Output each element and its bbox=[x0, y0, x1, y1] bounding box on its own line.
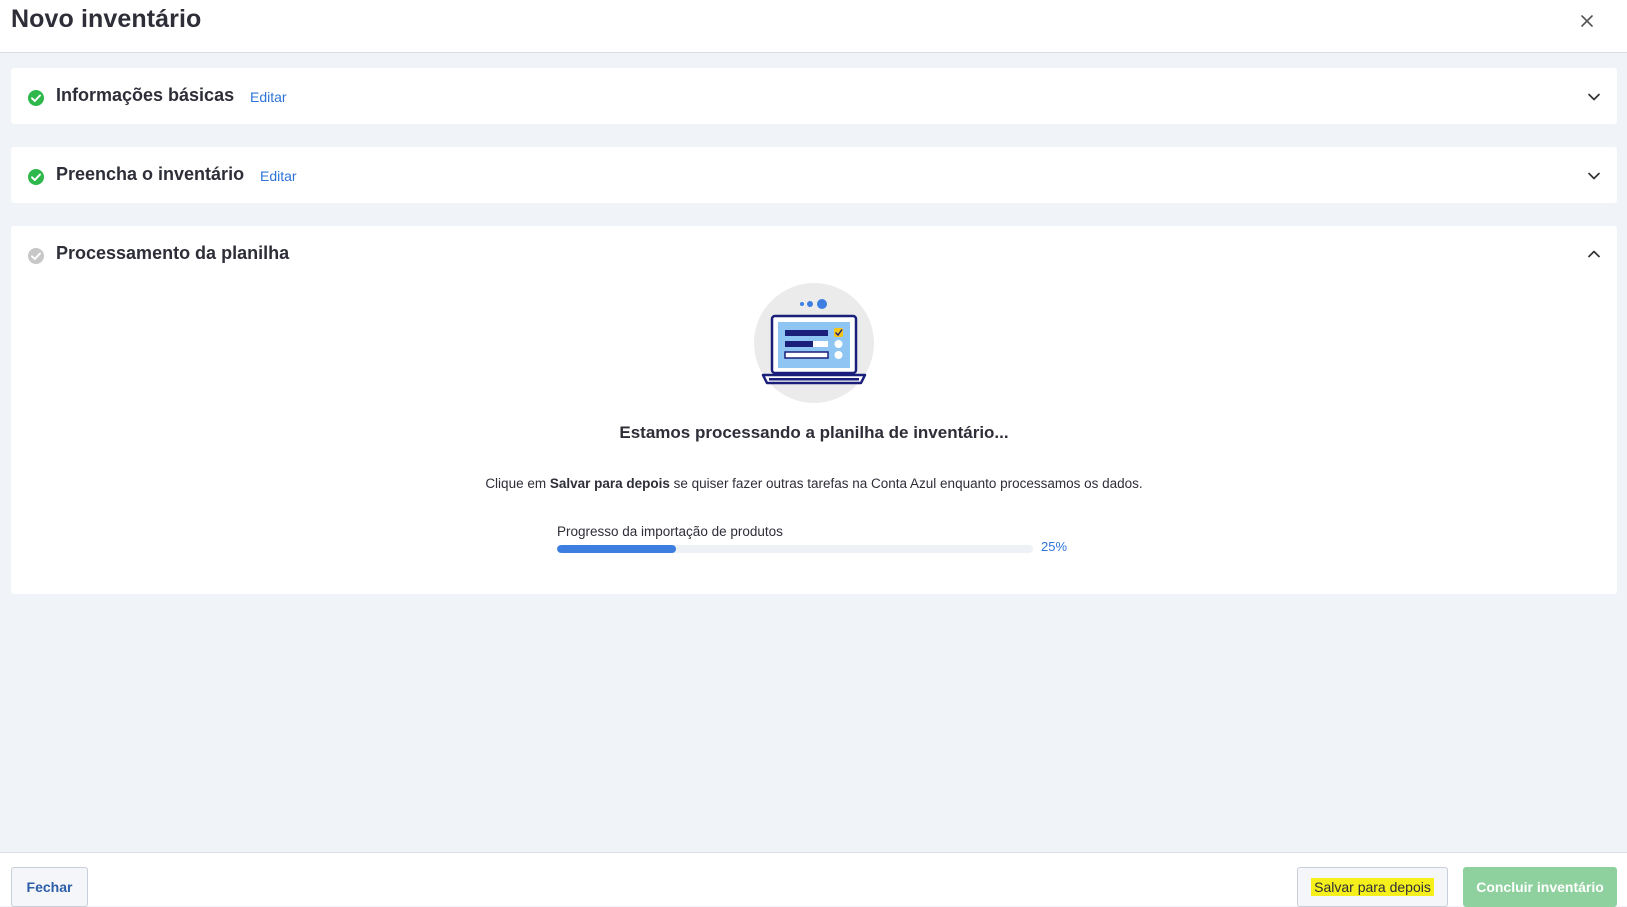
progress-bar bbox=[557, 545, 1033, 553]
finish-inventory-button[interactable]: Concluir inventário bbox=[1463, 867, 1617, 907]
chevron-up-icon[interactable] bbox=[1585, 245, 1603, 263]
save-for-later-label: Salvar para depois bbox=[1311, 878, 1434, 896]
section-spreadsheet-processing: Processamento da planilha Estamos proces… bbox=[11, 226, 1617, 594]
description-suffix: se quiser fazer outras tarefas na Conta … bbox=[669, 476, 1143, 491]
section-header[interactable]: Processamento da planilha bbox=[11, 226, 1617, 284]
processing-title: Estamos processando a planilha de invent… bbox=[619, 423, 1009, 442]
close-icon bbox=[1581, 15, 1593, 27]
check-circle-icon bbox=[28, 169, 44, 185]
section-fill-inventory: Preencha o inventário Editar bbox=[11, 147, 1617, 203]
modal-header: Novo inventário bbox=[0, 0, 1627, 53]
save-for-later-button[interactable]: Salvar para depois bbox=[1297, 867, 1448, 907]
chevron-down-icon[interactable] bbox=[1585, 88, 1603, 106]
check-circle-icon bbox=[28, 248, 44, 264]
edit-link[interactable]: Editar bbox=[260, 168, 297, 184]
section-basic-info: Informações básicas Editar bbox=[11, 68, 1617, 124]
check-circle-icon bbox=[28, 90, 44, 106]
progress-fill bbox=[557, 545, 676, 553]
page-title: Novo inventário bbox=[11, 5, 202, 33]
processing-description: Clique em Salvar para depois se quiser f… bbox=[11, 476, 1617, 491]
edit-link[interactable]: Editar bbox=[250, 89, 287, 105]
progress-percentage: 25% bbox=[1041, 539, 1068, 554]
chevron-down-icon[interactable] bbox=[1585, 167, 1603, 185]
section-header[interactable]: Informações básicas Editar bbox=[11, 68, 1617, 126]
description-bold: Salvar para depois bbox=[549, 476, 670, 491]
section-title: Preencha o inventário bbox=[56, 164, 245, 184]
progress-label: Progresso da importação de produtos bbox=[557, 524, 783, 539]
section-header[interactable]: Preencha o inventário Editar bbox=[11, 147, 1617, 205]
section-title: Informações básicas bbox=[56, 85, 235, 105]
section-title: Processamento da planilha bbox=[56, 243, 290, 263]
close-button-footer[interactable]: Fechar bbox=[11, 867, 88, 907]
description-prefix: Clique em bbox=[485, 476, 550, 491]
modal-footer: Fechar Salvar para depois Concluir inven… bbox=[0, 852, 1627, 907]
close-button[interactable] bbox=[1577, 11, 1597, 31]
laptop-processing-illustration bbox=[754, 283, 874, 403]
